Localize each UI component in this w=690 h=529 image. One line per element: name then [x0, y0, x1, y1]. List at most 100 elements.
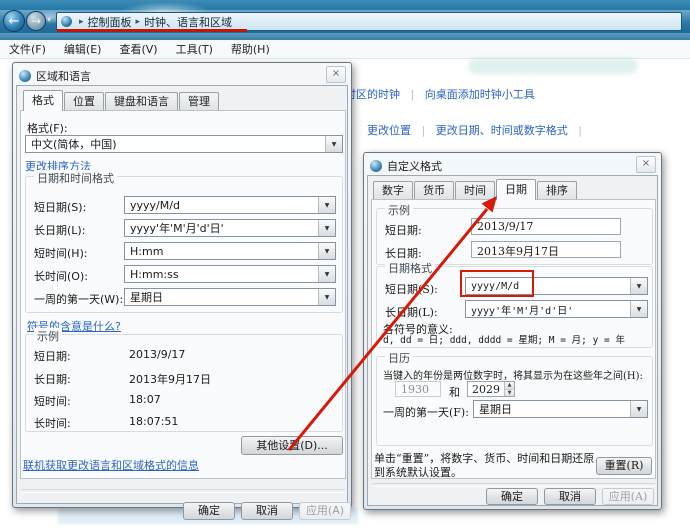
short-time-label: 短时间(H):	[34, 245, 88, 261]
format-combobox[interactable]: 中文(简体，中国) ▼	[25, 135, 343, 153]
two-digit-year-text: 当键入的年份是两位数字时，将其显示为在这些年之间(H):	[383, 367, 643, 382]
link-add-clock-gadget[interactable]: 向桌面添加时钟小工具	[425, 88, 535, 101]
long-date-format-combobox[interactable]: yyyy'年'M'月'd'日' ▼	[465, 300, 648, 318]
menu-tools[interactable]: 工具(T)	[167, 41, 222, 57]
spinner-value: 2029	[468, 382, 504, 396]
apply-button[interactable]: 应用(A)	[602, 488, 654, 505]
menu-help[interactable]: 帮助(H)	[222, 41, 279, 57]
chevron-right-icon: ▸	[75, 17, 88, 27]
example-group: 示例 短日期: 2013/9/17 长日期: 2013年9月17日	[376, 208, 653, 265]
chevron-down-icon[interactable]: ▼	[318, 289, 335, 305]
group-label: 示例	[34, 328, 62, 344]
window-titlebar	[0, 0, 690, 10]
menu-edit[interactable]: 编辑(E)	[55, 41, 111, 57]
chevron-down-icon[interactable]: ▼	[318, 266, 335, 282]
menu-view[interactable]: 查看(V)	[110, 41, 166, 57]
long-date-combobox[interactable]: yyyy'年'M'月'd'日' ▼	[124, 219, 336, 237]
short-date-example-label: 短日期:	[385, 222, 422, 238]
dialog-title: 自定义格式	[387, 158, 442, 174]
tab-location[interactable]: 位置	[64, 92, 104, 111]
tab-date[interactable]: 日期	[496, 179, 536, 200]
combobox-value: 中文(简体，中国)	[26, 136, 325, 152]
breadcrumb-item-clock-language-region[interactable]: 时钟、语言和区域	[144, 14, 232, 30]
menu-file[interactable]: 文件(F)	[0, 41, 55, 57]
additional-settings-button[interactable]: 其他设置(D)...	[241, 436, 343, 455]
chevron-down-icon[interactable]: ▼	[630, 401, 647, 417]
close-button[interactable]: ×	[636, 156, 656, 173]
chevron-down-icon[interactable]: ▼	[318, 197, 335, 213]
long-date-example-label: 长日期:	[34, 371, 71, 387]
spin-up-icon[interactable]: ▲	[505, 382, 514, 390]
separator: |	[404, 88, 422, 101]
dialog-titlebar: 区域和语言 ×	[16, 66, 348, 85]
combobox-value: yyyy'年'M'月'd'日'	[125, 220, 318, 236]
spinner-buttons[interactable]: ▲ ▼	[504, 382, 514, 396]
chevron-down-icon[interactable]: ▼	[325, 136, 342, 152]
close-icon: ×	[332, 68, 340, 79]
back-button[interactable]: ←	[3, 10, 25, 32]
tab-numbers[interactable]: 数字	[373, 181, 413, 200]
forward-icon: →	[31, 14, 41, 28]
chevron-down-icon[interactable]: ▼	[318, 220, 335, 236]
spin-down-icon[interactable]: ▼	[505, 390, 514, 397]
chevron-right-icon: ▸	[132, 17, 145, 27]
tab-keyboards-languages[interactable]: 键盘和语言	[105, 92, 178, 111]
short-time-example-label: 短时间:	[34, 393, 71, 409]
tab-currency[interactable]: 货币	[414, 181, 454, 200]
long-time-combobox[interactable]: H:mm:ss ▼	[124, 265, 336, 283]
separator: |	[571, 124, 589, 137]
group-label: 日历	[385, 350, 413, 366]
chevron-down-icon[interactable]: ▼	[318, 243, 335, 259]
annotation-highlight-rect	[460, 270, 534, 297]
chevron-down-icon[interactable]: ▼	[630, 301, 647, 317]
short-date-example-box[interactable]: 2013/9/17	[471, 218, 621, 235]
chevron-down-icon[interactable]: ▼	[630, 278, 647, 294]
short-date-example-value: 2013/9/17	[129, 348, 185, 361]
long-time-example-label: 长时间:	[34, 415, 71, 431]
breadcrumb-item-control-panel[interactable]: 控制面板	[88, 14, 132, 30]
separator-line	[372, 483, 655, 487]
year-to-spinner[interactable]: 2029 ▲ ▼	[467, 381, 515, 397]
close-button[interactable]: ×	[326, 66, 346, 83]
datetime-format-group: 日期和时间格式 短日期(S): yyyy/M/d ▼ 长日期(L): yyyy'…	[25, 176, 343, 313]
link-change-location[interactable]: 更改位置	[367, 124, 411, 137]
link-change-date-time-format[interactable]: 更改日期、时间或数字格式	[436, 124, 568, 137]
toolbar-strip	[0, 33, 690, 40]
reset-button[interactable]: 重置(R)	[596, 457, 652, 475]
close-icon: ×	[642, 158, 650, 169]
online-info-link[interactable]: 联机获取更改语言和区域格式的信息	[23, 457, 199, 473]
recent-pages-icon[interactable]: ▾	[47, 15, 51, 24]
cancel-button[interactable]: 取消	[544, 488, 596, 505]
separator: |	[415, 124, 433, 137]
combobox-value: H:mm	[125, 245, 318, 258]
forward-button[interactable]: →	[26, 11, 46, 31]
globe-icon	[370, 160, 382, 172]
group-label: 日期和时间格式	[34, 170, 117, 186]
first-day-combobox[interactable]: 星期日 ▼	[124, 288, 336, 306]
combobox-value: yyyy'年'M'月'd'日'	[466, 302, 630, 317]
tab-administrative[interactable]: 管理	[179, 92, 219, 111]
cancel-button[interactable]: 取消	[241, 502, 293, 520]
group-label: 日期格式	[385, 260, 435, 276]
tab-strip: 格式 位置 键盘和语言 管理	[23, 90, 220, 111]
tab-time[interactable]: 时间	[455, 181, 495, 200]
background-link-row: 更改位置 | 更改日期、时间或数字格式 |	[367, 122, 589, 138]
tab-sorting[interactable]: 排序	[537, 181, 577, 200]
dialog-body: 数字 货币 时间 日期 排序 示例 短日期: 2013/9/17 长日期: 20…	[367, 175, 658, 506]
washed-out-content	[468, 58, 638, 74]
menu-bar: 文件(F) 编辑(E) 查看(V) 工具(T) 帮助(H)	[0, 40, 690, 59]
first-day-combobox[interactable]: 星期日 ▼	[473, 400, 648, 418]
year-from-field[interactable]: 1930	[395, 381, 441, 397]
short-time-combobox[interactable]: H:mm ▼	[124, 242, 336, 260]
ok-button[interactable]: 确定	[486, 488, 538, 505]
tab-formats[interactable]: 格式	[23, 90, 63, 111]
and-label: 和	[449, 384, 460, 400]
short-date-combobox[interactable]: yyyy/M/d ▼	[124, 196, 336, 214]
apply-button[interactable]: 应用(A)	[299, 502, 351, 520]
dialog-body: 格式 位置 键盘和语言 管理 格式(F): 中文(简体，中国) ▼ 更改排序方法…	[16, 85, 348, 504]
short-date-format-label: 短日期(S):	[385, 281, 438, 297]
long-date-example-box[interactable]: 2013年9月17日	[471, 241, 621, 258]
ok-button[interactable]: 确定	[183, 502, 235, 520]
link-timezone-clocks[interactable]: 时区的时钟	[345, 88, 400, 101]
background-link-row: 时区的时钟 | 向桌面添加时钟小工具	[345, 86, 535, 102]
